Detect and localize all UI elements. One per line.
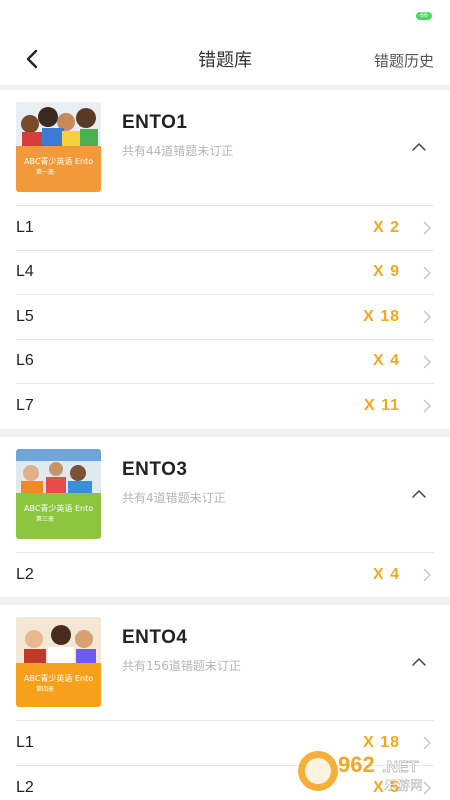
- site-watermark: 962 .NET 乐游网: [296, 746, 446, 796]
- book-summary: 共有156道错题未订正: [122, 659, 241, 673]
- book-summary: 共有44道错题未订正: [122, 144, 234, 158]
- book-header[interactable]: ABC青少英语 Ento 第三册 ENTO3 共有4道错题未订正: [16, 437, 434, 553]
- collapse-button[interactable]: [408, 651, 430, 673]
- book-card: ABC青少英语 Ento 第三册 ENTO3 共有4道错题未订正 L2 X 4: [0, 436, 450, 598]
- battery-icon: 66: [416, 12, 432, 20]
- page-title: 错题库: [198, 49, 252, 71]
- lesson-name: L1: [16, 218, 34, 236]
- book-header[interactable]: ABC青少英语 Ento 第一册 ENTO1 共有44道错题未订正: [16, 90, 434, 206]
- chevron-right-icon: [423, 265, 432, 280]
- chevron-right-icon: [423, 399, 432, 413]
- book-header[interactable]: ABC青少英语 Ento 第四册 ENTO4 共有156道错题未订正: [16, 605, 434, 721]
- cover-volume: 第三册: [36, 515, 54, 523]
- history-link[interactable]: 错题历史: [374, 50, 434, 71]
- error-count: X 11: [363, 397, 400, 415]
- cover-label: ABC青少英语 Ento: [24, 503, 93, 513]
- watermark-logo: 962: [338, 752, 375, 777]
- error-count: X 9: [372, 263, 400, 281]
- lesson-row[interactable]: L2 X 4: [16, 553, 434, 598]
- cover-label: ABC青少英语 Ento: [24, 156, 93, 166]
- chevron-right-icon: [423, 221, 432, 235]
- lesson-name: L5: [16, 307, 34, 325]
- book-cover: ABC青少英语 Ento 第四册: [16, 617, 101, 707]
- error-count: X 18: [363, 307, 400, 325]
- lesson-name: L4: [16, 263, 34, 281]
- chevron-left-icon: [26, 49, 38, 69]
- lesson-row[interactable]: L1 X 2: [16, 206, 434, 251]
- lesson-name: L1: [16, 733, 34, 751]
- book-cover: ABC青少英语 Ento 第一册: [16, 102, 101, 192]
- chevron-right-icon: [423, 310, 432, 324]
- chevron-up-icon: [412, 657, 426, 666]
- lesson-row[interactable]: L6 X 4: [16, 340, 434, 384]
- book-summary: 共有4道错题未订正: [122, 490, 226, 505]
- book-list: ABC青少英语 Ento 第一册 ENTO1 共有44道错题未订正 L1 X 2…: [0, 90, 450, 800]
- lesson-row[interactable]: L7 X 11: [16, 384, 434, 429]
- watermark-site: 乐游网: [384, 779, 423, 794]
- lesson-name: L7: [16, 397, 34, 415]
- book-card: ABC青少英语 Ento 第一册 ENTO1 共有44道错题未订正 L1 X 2…: [0, 90, 450, 429]
- chevron-right-icon: [423, 354, 432, 369]
- book-cover: ABC青少英语 Ento 第三册: [16, 448, 101, 539]
- error-count: X 4: [372, 352, 400, 370]
- cover-label: ABC青少英语 Ento: [24, 673, 93, 683]
- error-count: X 4: [372, 565, 400, 583]
- collapse-button[interactable]: [408, 136, 430, 158]
- cover-volume: 第四册: [36, 685, 54, 693]
- watermark-suffix: .NET: [382, 759, 419, 776]
- book-title: ENTO1: [122, 112, 188, 133]
- nav-bar: 错题库 错题历史: [0, 32, 450, 86]
- back-button[interactable]: [20, 46, 46, 72]
- book-title: ENTO4: [122, 627, 188, 648]
- lesson-name: L6: [16, 352, 34, 370]
- chevron-up-icon: [412, 142, 426, 151]
- lesson-row[interactable]: L4 X 9: [16, 251, 434, 295]
- lesson-name: L2: [16, 778, 34, 796]
- chevron-right-icon: [423, 567, 432, 582]
- cover-volume: 第一册: [36, 168, 54, 176]
- lesson-row[interactable]: L5 X 18: [16, 295, 434, 340]
- status-bar: 66: [0, 0, 450, 32]
- lesson-name: L2: [16, 565, 34, 583]
- error-count: X 2: [372, 218, 400, 236]
- book-title: ENTO3: [122, 458, 188, 480]
- chevron-up-icon: [412, 489, 426, 498]
- collapse-button[interactable]: [408, 483, 430, 505]
